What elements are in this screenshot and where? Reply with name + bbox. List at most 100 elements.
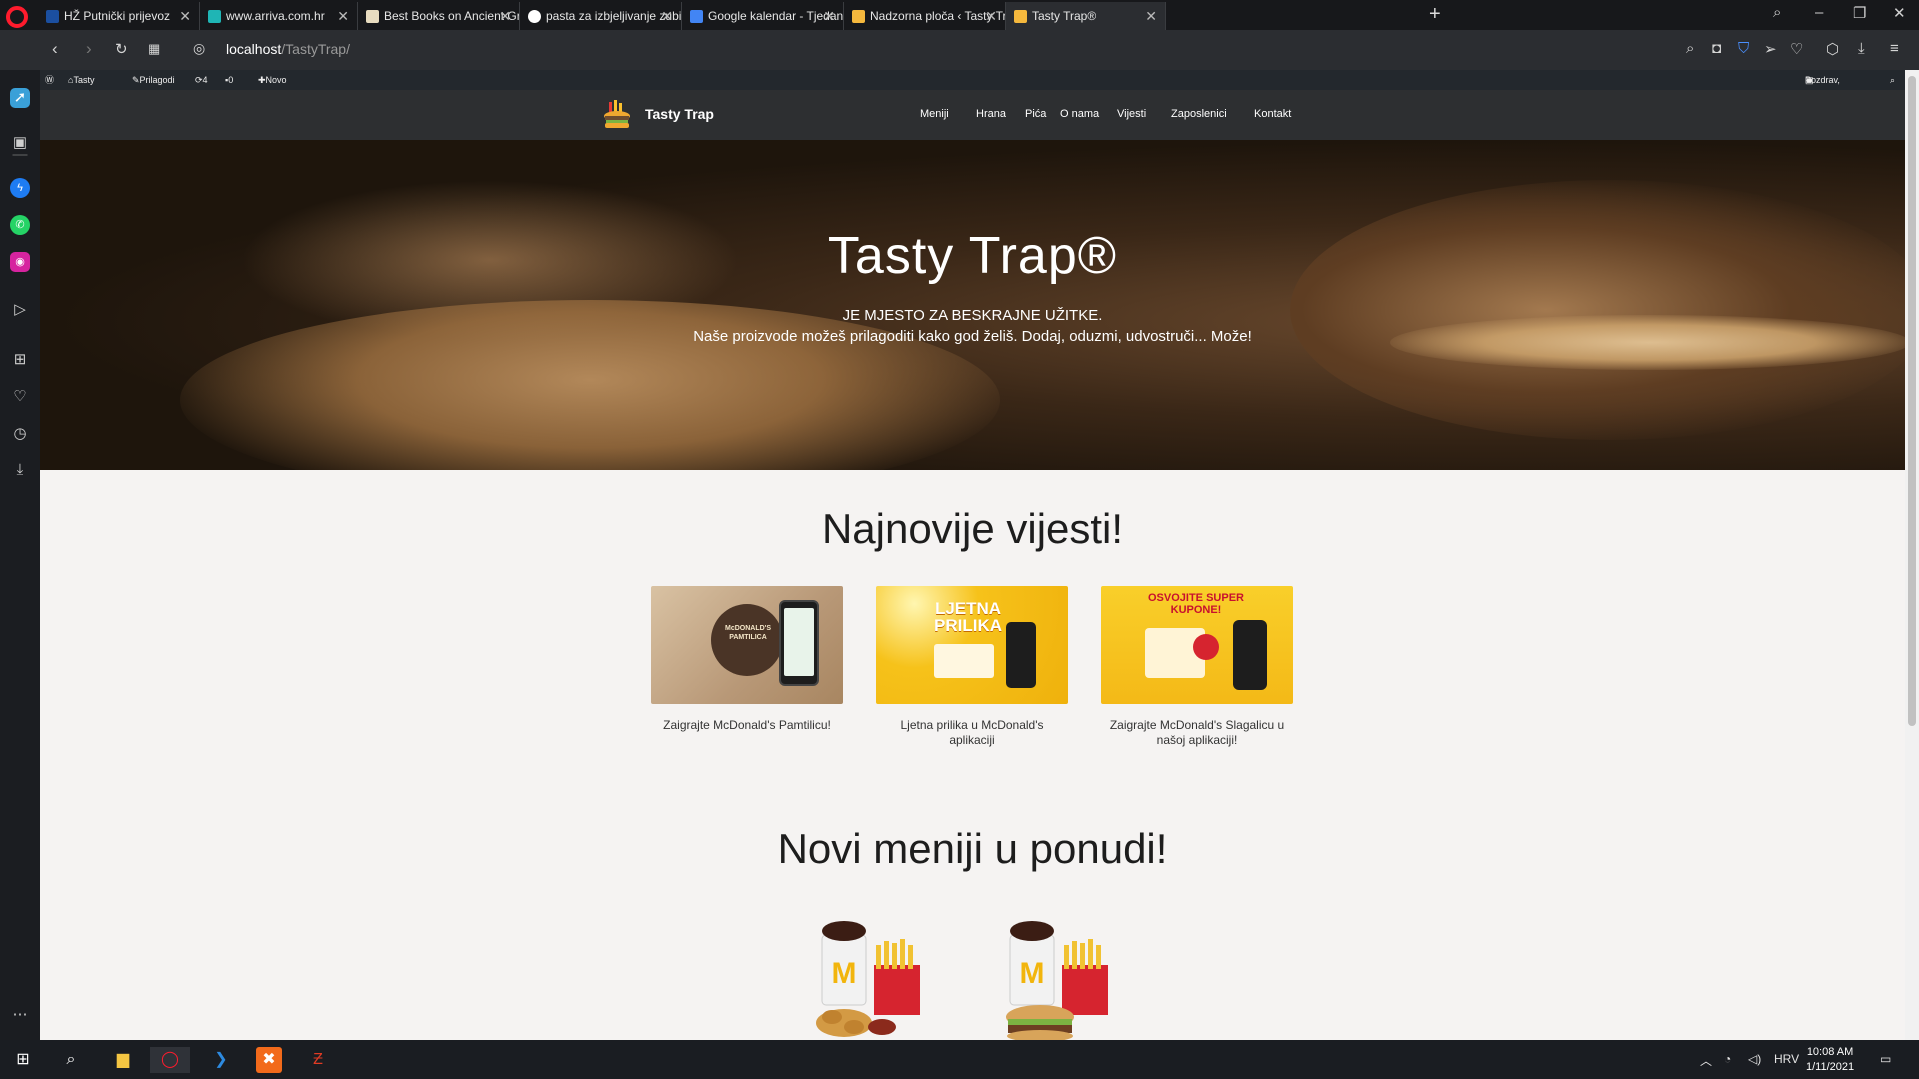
news-card[interactable]: OSVOJITE SUPER KUPONE! Zaigrajte McDonal… bbox=[1101, 586, 1293, 748]
close-tab-icon[interactable]: ✕ bbox=[499, 2, 511, 30]
download-icon[interactable]: ⤓ bbox=[1858, 40, 1865, 57]
nav-kontakt[interactable]: Kontakt bbox=[1254, 108, 1291, 120]
vscode-icon[interactable]: ❯ bbox=[208, 1047, 234, 1073]
nav-pica[interactable]: Pića bbox=[1025, 108, 1046, 120]
notifications-icon[interactable]: ▭ bbox=[1880, 1052, 1891, 1066]
nav-hrana[interactable]: Hrana bbox=[976, 108, 1006, 120]
network-icon[interactable]: ◔ bbox=[1724, 1052, 1731, 1066]
close-window-icon[interactable]: ✕ bbox=[1893, 4, 1906, 22]
forward-icon[interactable]: › bbox=[86, 39, 92, 59]
coupon-badge-graphic bbox=[1193, 634, 1219, 660]
close-tab-icon[interactable]: ✕ bbox=[661, 2, 673, 30]
news-image-text: McDONALD'S PAMTILICA bbox=[725, 625, 771, 641]
news-image[interactable]: OSVOJITE SUPER KUPONE! bbox=[1101, 586, 1293, 704]
more-icon[interactable]: ⋯ bbox=[10, 1005, 30, 1025]
nav-o-nama[interactable]: O nama bbox=[1060, 108, 1099, 120]
history-clock-icon[interactable]: ◷ bbox=[10, 424, 30, 444]
messenger-icon[interactable]: ϟ bbox=[10, 178, 30, 198]
tab-google-search[interactable]: pasta za izbjeljivanje zubi - ✕ bbox=[520, 2, 682, 30]
wordpress-icon[interactable]: Ⓦ bbox=[45, 70, 54, 90]
news-caption[interactable]: Ljetna prilika u McDonald's aplikaciji bbox=[876, 718, 1068, 748]
close-tab-icon[interactable]: ✕ bbox=[179, 2, 191, 30]
close-tab-icon[interactable]: ✕ bbox=[1145, 2, 1157, 30]
admin-customize-link[interactable]: ✎ Prilagodi bbox=[132, 70, 175, 90]
tasty-trap-logo-icon[interactable] bbox=[603, 100, 631, 130]
vpn-shield-icon[interactable]: ⛉ bbox=[1738, 40, 1749, 57]
taskbar-clock[interactable]: 10:08 AM 1/11/2021 bbox=[1806, 1045, 1854, 1075]
admin-account-link[interactable]: Pozdrav, admin ▣ bbox=[1805, 70, 1840, 105]
nav-zaposlenici[interactable]: Zaposlenici bbox=[1171, 108, 1227, 120]
volume-icon[interactable]: ◁) bbox=[1748, 1052, 1761, 1066]
hz-favicon-icon bbox=[46, 10, 59, 23]
back-icon[interactable]: ‹ bbox=[52, 39, 58, 59]
xampp-icon[interactable]: ✖ bbox=[256, 1047, 282, 1073]
clock-time: 10:08 AM bbox=[1806, 1046, 1854, 1058]
customize-label: Prilagodi bbox=[139, 75, 175, 85]
close-tab-icon[interactable]: ✕ bbox=[985, 2, 997, 30]
menu-burger-image[interactable]: M bbox=[998, 905, 1128, 1040]
close-tab-icon[interactable]: ✕ bbox=[823, 2, 835, 30]
admin-new-link[interactable]: ✚ Novo bbox=[258, 70, 287, 90]
tab-title: Tasty Trap® bbox=[1032, 9, 1097, 23]
news-caption[interactable]: Zaigrajte McDonald's Slagalicu u našoj a… bbox=[1101, 718, 1293, 748]
restore-icon[interactable]: ❐ bbox=[1853, 4, 1866, 22]
tab-arriva[interactable]: www.arriva.com.hr ✕ bbox=[200, 2, 358, 30]
news-caption[interactable]: Zaigrajte McDonald's Pamtilicu! bbox=[651, 718, 843, 733]
filezilla-icon[interactable]: Ƶ bbox=[305, 1047, 331, 1073]
player-icon[interactable]: ▷ bbox=[10, 300, 30, 320]
admin-site-link[interactable]: ⌂ Tasty Trap bbox=[68, 70, 94, 105]
news-card[interactable]: LJETNA PRILIKA Ljetna prilika u McDonald… bbox=[876, 586, 1068, 748]
tab-hz[interactable]: HŽ Putnički prijevoz ✕ bbox=[38, 2, 200, 30]
search-tabs-icon[interactable]: ⌕ bbox=[1773, 4, 1781, 21]
instagram-icon[interactable]: ◉ bbox=[10, 252, 30, 272]
new-label: Novo bbox=[265, 75, 287, 85]
url-host: localhost bbox=[226, 41, 282, 57]
admin-search-icon[interactable]: ⌕ bbox=[1890, 70, 1895, 90]
site-favicon-icon bbox=[1014, 10, 1027, 23]
tab-title: www.arriva.com.hr bbox=[226, 9, 325, 23]
reload-icon[interactable]: ↻ bbox=[115, 40, 128, 58]
address-field[interactable]: localhost/TastyTrap/ bbox=[226, 41, 350, 57]
input-language[interactable]: HRV bbox=[1774, 1052, 1799, 1066]
easy-setup-icon[interactable]: ≡ bbox=[1890, 40, 1899, 57]
tab-google-calendar[interactable]: Google kalendar - Tjedan o ✕ bbox=[682, 2, 844, 30]
speed-dial-icon[interactable]: ⊞ bbox=[10, 350, 30, 370]
tab-tasty-trap[interactable]: Tasty Trap® ✕ bbox=[1006, 2, 1166, 30]
tab-books[interactable]: Best Books on Ancient Gre ✕ bbox=[358, 2, 520, 30]
opera-menu-icon[interactable] bbox=[6, 6, 28, 28]
page-scrollbar[interactable] bbox=[1905, 70, 1919, 1040]
new-tab-icon[interactable]: + bbox=[1429, 3, 1441, 26]
hero-text: Naše proizvode možeš prilagoditi kako go… bbox=[693, 328, 1252, 345]
bookmarks-heart-icon[interactable]: ♡ bbox=[10, 387, 30, 407]
search-icon[interactable]: ⌕ bbox=[58, 1047, 84, 1073]
cube-icon[interactable]: ⬡ bbox=[1826, 40, 1839, 58]
site-logo-text[interactable]: Tasty Trap bbox=[645, 106, 714, 122]
admin-comments-link[interactable]: ▪ 0 bbox=[225, 70, 233, 90]
heart-icon[interactable]: ♡ bbox=[1790, 40, 1803, 58]
hero-title: Tasty Trap® bbox=[827, 227, 1118, 285]
nav-meniji[interactable]: Meniji bbox=[920, 108, 949, 120]
news-image[interactable]: LJETNA PRILIKA bbox=[876, 586, 1068, 704]
tab-dashboard[interactable]: Nadzorna ploča ‹ Tasty Trap ✕ bbox=[844, 2, 1006, 30]
minimize-icon[interactable]: – bbox=[1815, 4, 1823, 21]
windows-start-icon[interactable]: ⊞ bbox=[10, 1047, 36, 1073]
tab-grid-icon[interactable]: ▦ bbox=[148, 41, 160, 57]
send-icon[interactable]: ➢ bbox=[1764, 40, 1777, 58]
news-card[interactable]: McDONALD'S PAMTILICA Zaigrajte McDonald'… bbox=[651, 586, 843, 733]
news-image[interactable]: McDONALD'S PAMTILICA bbox=[651, 586, 843, 704]
opera-taskbar-icon[interactable]: ◯ bbox=[150, 1047, 190, 1073]
downloads-icon[interactable]: ⤓ bbox=[10, 460, 30, 480]
file-explorer-icon[interactable]: ▆ bbox=[110, 1047, 136, 1073]
show-hidden-icons[interactable]: ︿ bbox=[1700, 1052, 1712, 1069]
scrollbar-thumb[interactable] bbox=[1908, 76, 1916, 726]
close-tab-icon[interactable]: ✕ bbox=[337, 2, 349, 30]
news-heading: Najnovije vijesti! bbox=[821, 505, 1124, 552]
site-header: Tasty Trap Meniji Hrana Pića O nama Vije… bbox=[40, 90, 1905, 140]
admin-updates-link[interactable]: ⟳ 4 bbox=[195, 70, 208, 90]
find-icon[interactable]: ⌕ bbox=[1686, 40, 1694, 57]
snapshot-icon[interactable]: ◘ bbox=[1712, 40, 1721, 57]
whatsapp-icon[interactable]: ✆ bbox=[10, 215, 30, 235]
rocket-icon[interactable]: ➚ bbox=[10, 88, 30, 108]
nav-vijesti[interactable]: Vijesti bbox=[1117, 108, 1146, 120]
menu-nuggets-image[interactable]: M bbox=[810, 905, 940, 1040]
